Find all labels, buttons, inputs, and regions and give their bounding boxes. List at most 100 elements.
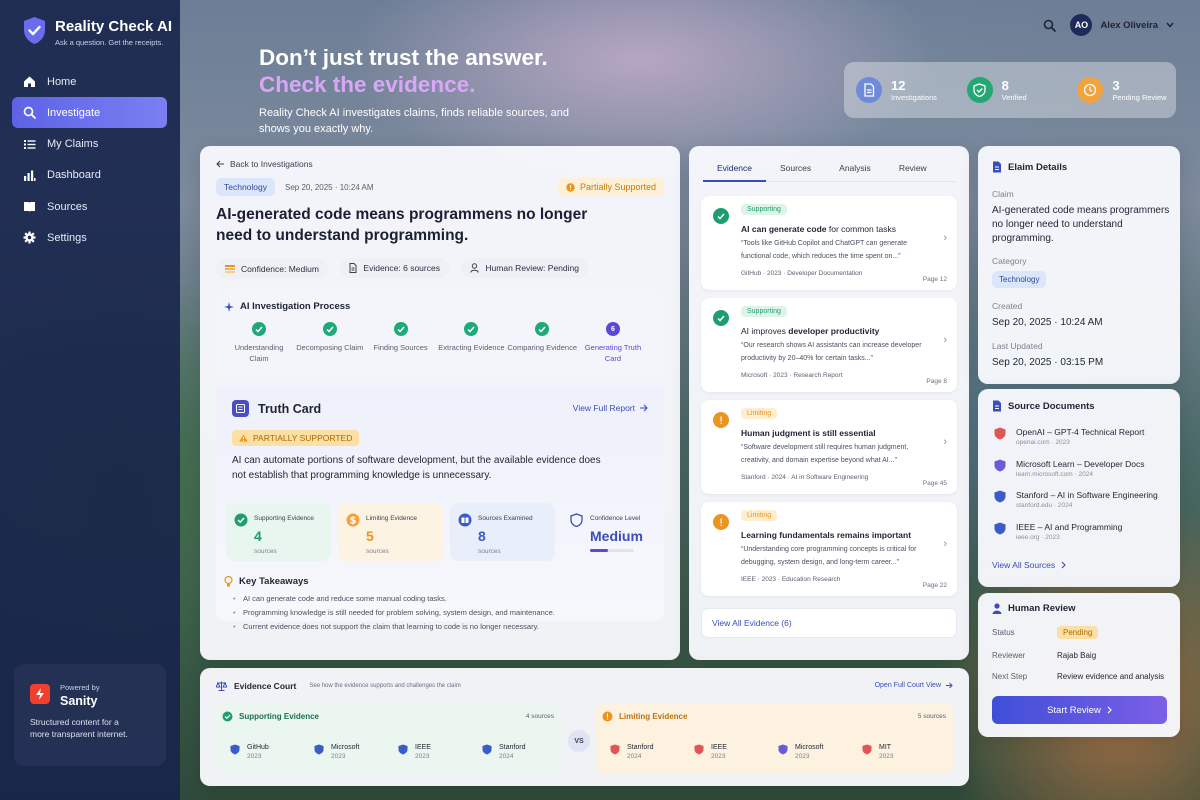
evidence-page: Page 45 — [922, 480, 947, 487]
nav-label: Home — [47, 75, 77, 88]
court-source-item[interactable]: Stanford 2024 — [482, 744, 525, 760]
court-source-item[interactable]: MIT 2023 — [862, 744, 893, 760]
metric-confidence: Confidence Level Medium — [562, 503, 667, 561]
court-title: Evidence Court — [234, 681, 297, 691]
back-link[interactable]: Back to Investigations — [216, 159, 313, 169]
user-name: Alex Oliveira — [1100, 19, 1158, 31]
brand[interactable]: Reality Check AI Ask a question. Get the… — [22, 16, 172, 47]
nav-item-investigate[interactable]: Investigate — [12, 97, 167, 129]
sanity-card[interactable]: Powered by Sanity Structured content for… — [14, 664, 166, 766]
category-badge: Technology — [216, 178, 276, 196]
book-icon — [23, 200, 36, 213]
tab-review[interactable]: Review — [885, 160, 941, 182]
evidence-card[interactable]: Limiting Learning fundamentals remains im… — [701, 502, 957, 596]
metric-label: Confidence Level — [590, 515, 641, 522]
check-icon — [535, 322, 550, 336]
stat-pending-review[interactable]: 3 Pending Review — [1065, 62, 1176, 118]
court-source-year: 2024 — [499, 753, 514, 760]
view-full-report-link[interactable]: View Full Report — [573, 403, 648, 413]
stat-investigations[interactable]: 12 Investigations — [844, 62, 955, 118]
back-label: Back to Investigations — [230, 159, 313, 169]
court-source-item[interactable]: Microsoft 2023 — [778, 744, 823, 760]
nav-label: Sources — [47, 200, 88, 213]
app-tagline: Ask a question. Get the receipts. — [55, 38, 164, 47]
source-logo-icon — [994, 459, 1006, 472]
chevron-right-icon — [1107, 706, 1112, 714]
nav-item-dashboard[interactable]: Dashboard — [12, 160, 167, 191]
tab-analysis[interactable]: Analysis — [825, 160, 885, 182]
title-part: for common tasks — [826, 224, 896, 234]
list-icon — [23, 138, 36, 151]
stats-bar: 12 Investigations 8 Verified 3 Pending Revi… — [844, 62, 1176, 118]
source-document-item[interactable]: OpenAI – GPT-4 Technical Report openai.co… — [994, 427, 1144, 446]
check-icon — [393, 322, 408, 336]
tab-evidence[interactable]: Evidence — [703, 160, 766, 182]
court-subtitle: See how the evidence supports and challe… — [309, 683, 461, 689]
court-source-item[interactable]: IEEE 2023 — [398, 744, 431, 760]
takeaways-title: Key Takeaways — [239, 576, 309, 587]
user-menu[interactable]: AO Alex Oliveira — [1070, 14, 1174, 36]
shield-icon — [570, 513, 583, 527]
sparkle-icon — [224, 301, 234, 312]
stat-verified[interactable]: 8 Verified — [955, 62, 1066, 118]
source-document-item[interactable]: Microsoft Learn – Developer Docs learn.mi… — [994, 459, 1145, 478]
process-step: Understanding Claim — [224, 322, 294, 364]
source-document-item[interactable]: Stanford – AI in Software Engineering sta… — [994, 490, 1158, 509]
details-title: Elaim Details — [1008, 161, 1068, 173]
start-review-button[interactable]: Start Review — [992, 696, 1167, 724]
court-source-item[interactable]: Microsoft 2023 — [314, 744, 359, 760]
metric-label: Sources Examined — [478, 515, 533, 522]
source-title: Stanford – AI in Software Engineering — [1016, 490, 1158, 500]
search-icon[interactable] — [1043, 19, 1057, 32]
review-chip: Human Review: Pending — [461, 258, 588, 278]
evidence-page: Page 12 — [922, 276, 947, 283]
open-full-court-link[interactable]: Open Full Court View — [875, 682, 953, 689]
evidence-quote: “Tools like GitHub Copilot and ChatGPT c… — [741, 240, 908, 260]
user-icon — [992, 603, 1002, 614]
source-logo-icon — [482, 744, 492, 755]
step-number: 6 — [605, 322, 620, 336]
user-icon — [470, 263, 480, 273]
evidence-card[interactable]: Supporting AI improves developer producti… — [701, 298, 957, 392]
evidence-card[interactable]: Limiting Human judgment is still essentia… — [701, 400, 957, 494]
stat-value: 12 — [891, 77, 906, 93]
court-source-item[interactable]: IEEE 2023 — [694, 744, 727, 760]
evidence-page: Page 22 — [922, 582, 947, 589]
reviewer-value: Rajab Baig — [1057, 651, 1097, 660]
title-part: Learning fundamentals remains important — [741, 530, 912, 540]
court-source-year: 2023 — [415, 753, 430, 760]
evidence-card[interactable]: Supporting AI can generate code for commo… — [701, 196, 957, 290]
nav-item-sources[interactable]: Sources — [12, 191, 167, 222]
confidence-label: Confidence: Medium — [241, 264, 319, 274]
nav-item-my-claims[interactable]: My Claims — [12, 129, 167, 160]
nav-item-home[interactable]: Home — [12, 66, 167, 97]
svg-text:$: $ — [350, 516, 357, 527]
created-label: Created — [992, 301, 1023, 311]
evidence-tag: Limiting — [741, 510, 778, 521]
evidence-title: AI can generate code for common tasks — [741, 224, 941, 234]
verdict-label: PARTIALLY SUPPORTED — [253, 433, 353, 443]
metric-supporting: Supporting Evidence 4 sources — [226, 503, 331, 561]
court-source-item[interactable]: GitHub 2023 — [230, 744, 269, 760]
metric-label: Limiting Evidence — [366, 515, 417, 522]
updated-label: Last Updated — [992, 341, 1043, 351]
source-document-item[interactable]: IEEE – AI and Programming ieee.org · 2023 — [994, 522, 1122, 541]
metric-unit: sources — [478, 548, 501, 555]
metric-limiting: $ Limiting Evidence 5 sources — [338, 503, 443, 561]
supporting-count: 4 sources — [525, 713, 554, 720]
lightbulb-icon — [224, 576, 233, 587]
limiting-count: 5 sources — [917, 713, 946, 720]
nav-item-settings[interactable]: Settings — [12, 222, 167, 253]
sanity-description: Structured content for a more transparen… — [30, 717, 128, 739]
truth-card-title: Truth Card — [258, 401, 322, 416]
court-source-item[interactable]: Stanford 2024 — [610, 744, 653, 760]
tab-sources[interactable]: Sources — [766, 160, 825, 182]
verdict-badge: PARTIALLY SUPPORTED — [232, 430, 360, 446]
source-meta: stanford.edu · 2024 — [1016, 502, 1073, 509]
limiting-evidence-box: Limiting Evidence 5 sources Stanford 2024… — [596, 704, 954, 774]
view-all-evidence-button[interactable]: View All Evidence (6) — [701, 608, 957, 638]
nav-label: Investigate — [47, 106, 101, 119]
next-step-value: Review evidence and analysis — [1057, 672, 1165, 681]
view-all-sources-link[interactable]: View All Sources — [992, 560, 1066, 570]
updated-value: Sep 20, 2025 · 03:15 PM — [992, 357, 1104, 368]
